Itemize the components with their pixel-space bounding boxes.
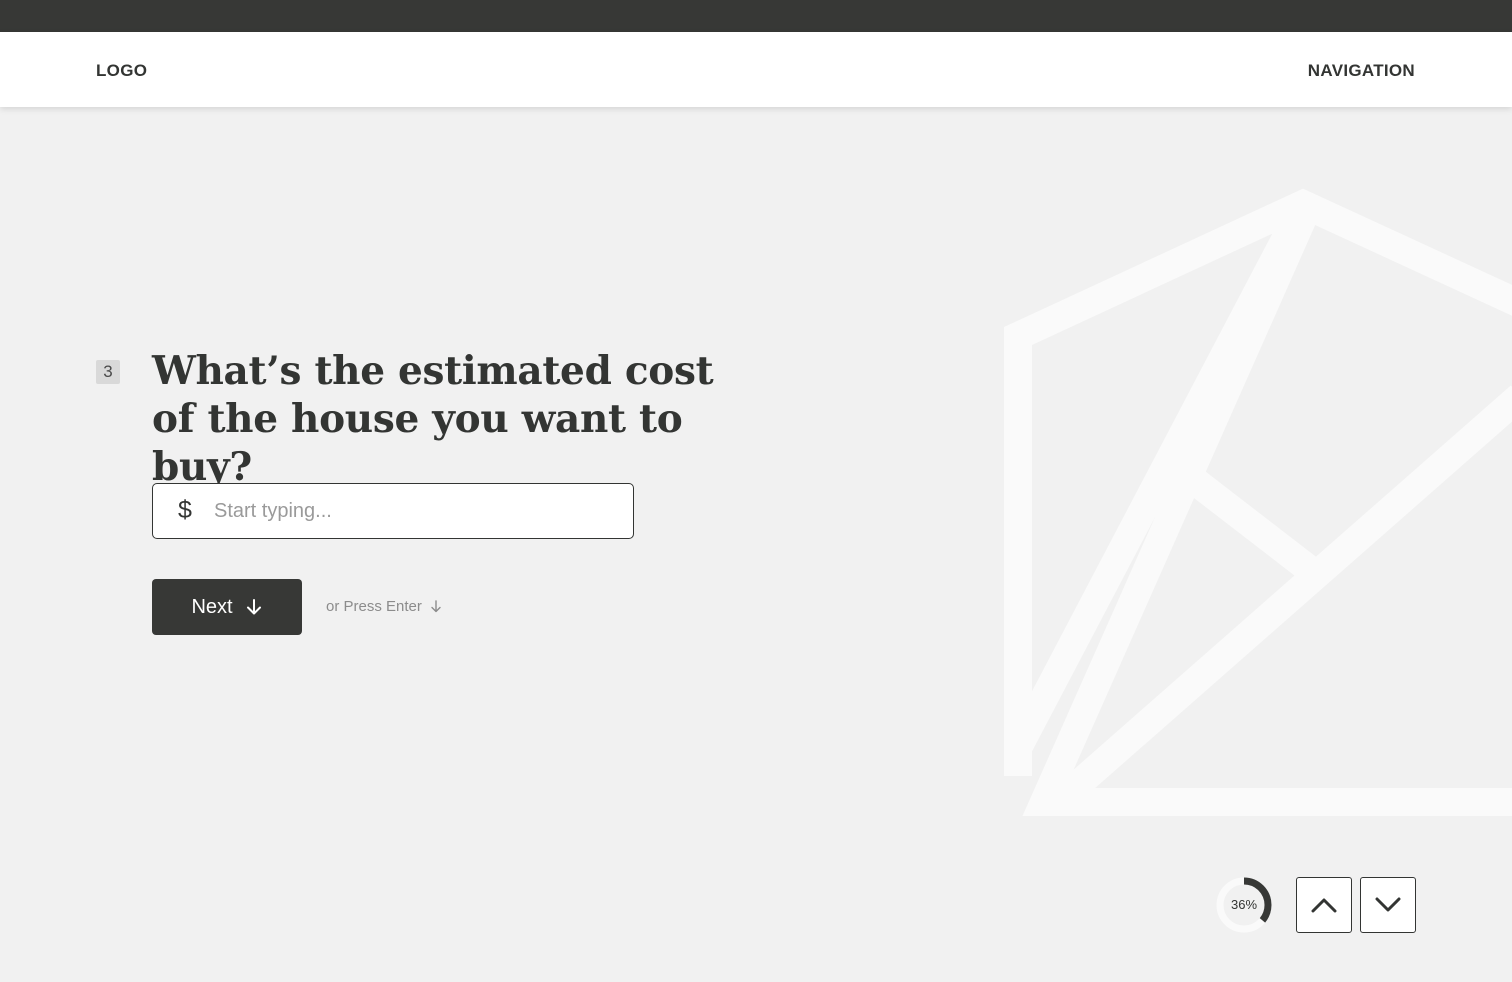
price-field[interactable]: $ (152, 483, 634, 539)
press-enter-label: or Press Enter (326, 598, 422, 615)
next-question-button[interactable] (1360, 877, 1416, 933)
top-bar (0, 0, 1512, 32)
logo[interactable]: LOGO (96, 61, 147, 81)
next-button[interactable]: Next (152, 579, 302, 635)
chevron-down-icon (1375, 897, 1401, 912)
navigation-link[interactable]: NAVIGATION (1308, 61, 1415, 81)
question-number: 3 (96, 360, 120, 384)
progress-indicator: 36% (1215, 876, 1273, 934)
price-input[interactable] (214, 484, 614, 538)
arrow-down-icon (246, 599, 261, 615)
house-illustration-icon (1004, 188, 1512, 816)
currency-symbol: $ (178, 496, 192, 524)
arrow-down-icon (431, 600, 441, 613)
press-enter-hint: or Press Enter (326, 598, 442, 615)
chevron-up-icon (1311, 898, 1337, 913)
progress-percent: 36% (1230, 897, 1258, 912)
previous-question-button[interactable] (1296, 877, 1352, 933)
site-header: LOGO NAVIGATION (0, 32, 1512, 107)
question-title: What’s the estimated cost of the house y… (152, 348, 714, 490)
next-button-label: Next (191, 595, 233, 618)
